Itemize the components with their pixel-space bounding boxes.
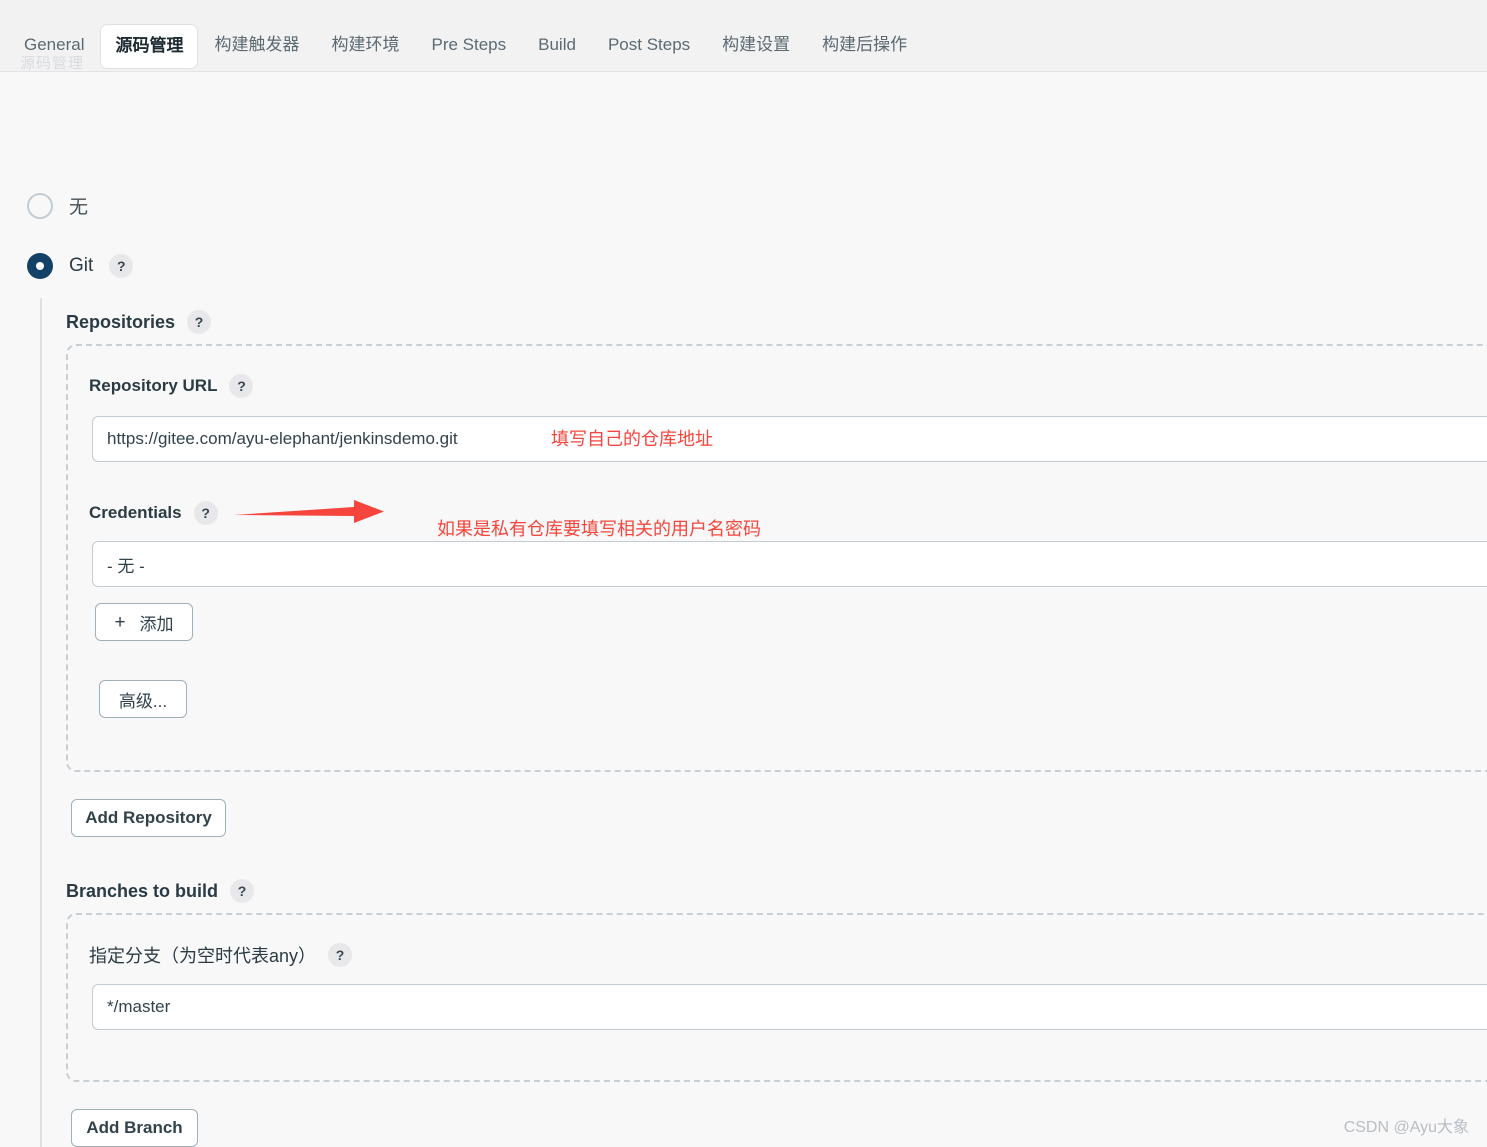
watermark: CSDN @Ayu大象 (1343, 1119, 1469, 1136)
repository-url-input[interactable]: https://gitee.com/ayu-elephant/jenkinsde… (92, 416, 1487, 462)
tab-build[interactable]: Build (522, 26, 592, 67)
scm-option-none-label: 无 (69, 197, 89, 218)
branches-to-build-label: Branches to build (66, 880, 219, 901)
add-repository-button[interactable]: Add Repository (71, 799, 226, 837)
add-repository-label: Add Repository (85, 808, 212, 827)
repository-url-label: Repository URL (89, 376, 218, 395)
advanced-button-label: 高级... (118, 691, 168, 711)
plus-icon: + (114, 611, 126, 633)
add-credentials-label: 添加 (139, 614, 174, 634)
tab-post-steps[interactable]: Post Steps (592, 26, 706, 67)
advanced-button[interactable]: 高级... (99, 680, 187, 718)
tab-post-build-actions[interactable]: 构建后操作 (806, 26, 923, 67)
tab-scm[interactable]: 源码管理 (100, 24, 199, 69)
branch-specifier-input[interactable]: */master (92, 984, 1487, 1030)
indent-guide (40, 298, 42, 1147)
annotation-repository-url: 填写自己的仓库地址 (551, 429, 713, 449)
add-branch-label: Add Branch (86, 1118, 183, 1137)
scm-configuration-panel: 无 Git ? Repositories ? Repository URL ? … (0, 72, 1487, 1147)
repositories-label: Repositories (66, 311, 176, 332)
credentials-label-group: Credentials ? (89, 501, 218, 525)
annotation-credentials: 如果是私有仓库要填写相关的用户名密码 (437, 519, 761, 539)
tab-bar: 源码管理 General 源码管理 构建触发器 构建环境 Pre Steps B… (0, 0, 1487, 72)
branches-label-group: Branches to build ? (66, 879, 255, 903)
credentials-label: Credentials (89, 503, 182, 522)
help-icon-repositories[interactable]: ? (187, 310, 212, 334)
branch-specifier-label-group: 指定分支（为空时代表any） ? (89, 942, 353, 968)
scm-option-none[interactable]: 无 (27, 192, 88, 219)
scm-option-git-label: Git (69, 255, 94, 276)
help-icon-credentials[interactable]: ? (193, 501, 218, 525)
branch-specifier-label: 指定分支（为空时代表any） (89, 946, 317, 966)
repository-url-value: https://gitee.com/ayu-elephant/jenkinsde… (107, 429, 458, 448)
tab-build-settings[interactable]: 构建设置 (706, 26, 806, 67)
add-branch-button[interactable]: Add Branch (71, 1109, 198, 1147)
add-credentials-button[interactable]: + 添加 (95, 603, 193, 641)
help-icon-repository-url[interactable]: ? (229, 374, 254, 398)
scrolled-heading-ghost: 源码管理 (20, 55, 85, 72)
repository-url-label-group: Repository URL ? (89, 374, 254, 398)
help-icon-branch-specifier[interactable]: ? (328, 943, 353, 967)
radio-git[interactable] (27, 253, 53, 279)
radio-none[interactable] (27, 192, 53, 219)
credentials-value: - 无 - (107, 556, 145, 576)
tab-build-triggers[interactable]: 构建触发器 (198, 26, 315, 67)
tab-pre-steps[interactable]: Pre Steps (415, 26, 522, 67)
repositories-label-group: Repositories ? (66, 310, 212, 334)
help-icon-git[interactable]: ? (109, 254, 134, 278)
help-icon-branches[interactable]: ? (230, 879, 255, 903)
branch-specifier-value: */master (107, 997, 171, 1016)
tab-build-environment[interactable]: 构建环境 (315, 26, 415, 67)
credentials-select[interactable]: - 无 - (92, 541, 1487, 587)
scm-option-git[interactable]: Git ? (27, 253, 134, 279)
